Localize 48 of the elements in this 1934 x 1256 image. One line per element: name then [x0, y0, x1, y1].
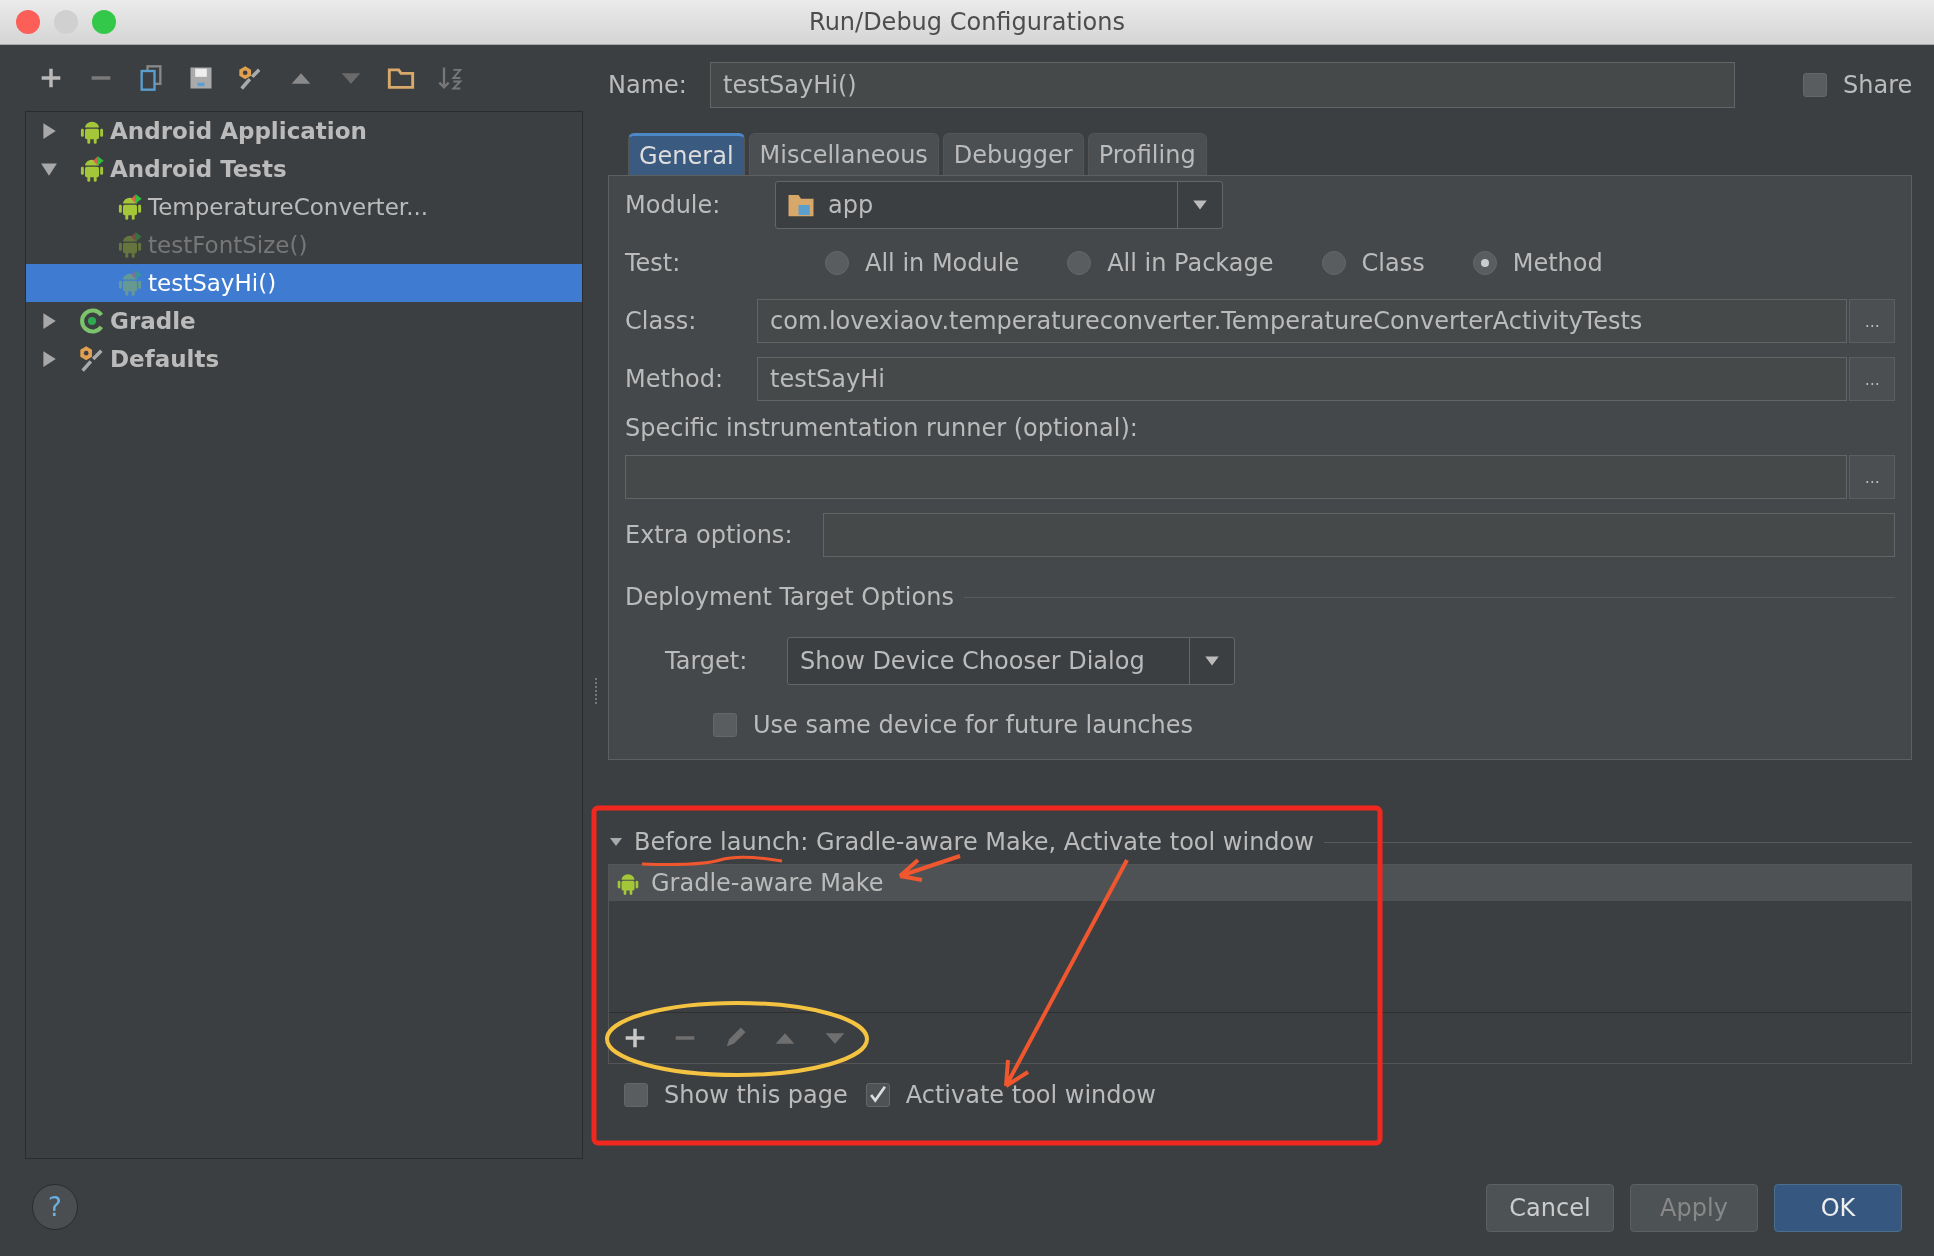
tree-item-label: Android Application [110, 118, 367, 144]
module-dropdown[interactable]: app [775, 181, 1223, 229]
checkbox-label: Use same device for future launches [753, 711, 1194, 739]
name-field[interactable]: testSayHi() [710, 62, 1735, 108]
tab[interactable]: Profiling [1087, 133, 1207, 175]
tree-item[interactable]: TemperatureConverter... [26, 188, 582, 226]
input-field[interactable]: com.lovexiaov.temperatureconverter.TemperatureConverterActivityTests [757, 299, 1848, 343]
tab[interactable]: Miscellaneous [748, 133, 939, 175]
tree-item[interactable]: Gradle [26, 302, 582, 340]
module-label: Module: [625, 191, 722, 219]
tab[interactable]: Debugger [942, 133, 1084, 175]
checkbox-label: Show this page [664, 1081, 848, 1109]
tree-item[interactable]: testSayHi() [26, 264, 582, 302]
section-heading: Deployment Target Options [625, 583, 954, 611]
field-label: Specific instrumentation runner (optional): [625, 414, 1138, 442]
tree-item-label: testFontSize() [148, 232, 308, 258]
target-dropdown[interactable]: Show Device Chooser Dialog [787, 637, 1235, 685]
radio-label: Class [1361, 249, 1425, 277]
radio-label: All in Module [865, 249, 1020, 277]
tree-item[interactable]: Android Tests [26, 150, 582, 188]
radio-label: All in Package [1107, 249, 1274, 277]
dialog-button[interactable]: OK [1774, 1184, 1902, 1232]
dialog-button[interactable]: Cancel [1486, 1184, 1614, 1232]
help-button[interactable]: ? [32, 1184, 78, 1230]
field-label: Method: [625, 365, 725, 393]
field-label: Class: [625, 307, 698, 335]
tree-item-label: testSayHi() [148, 270, 277, 296]
window-title: Run/Debug Configurations [809, 8, 1125, 36]
tree-item[interactable]: Defaults [26, 340, 582, 378]
browse-button[interactable]: ... [1849, 455, 1896, 499]
browse-button[interactable]: ... [1849, 299, 1896, 343]
tree-item-label: TemperatureConverter... [148, 194, 429, 220]
section-heading: Before launch: Gradle-aware Make, Activate tool window [634, 828, 1314, 856]
tree-item-label: Gradle [110, 308, 196, 334]
input-field[interactable]: testSayHi [757, 357, 1848, 401]
share-label: Share [1843, 71, 1913, 99]
target-label: Target: [665, 647, 749, 675]
checkbox-label: Activate tool window [905, 1081, 1156, 1109]
field-label: Extra options: [625, 521, 794, 549]
radio-label: Method [1512, 249, 1603, 277]
tree-item[interactable]: Android Application [26, 112, 582, 150]
test-label: Test: [625, 249, 682, 277]
browse-button[interactable]: ... [1849, 357, 1896, 401]
task-item[interactable]: Gradle-aware Make [609, 865, 1912, 901]
name-label: Name: [608, 71, 688, 99]
tree-item-label: Defaults [110, 346, 220, 372]
tree-item-label: Android Tests [110, 156, 287, 182]
tab[interactable]: General [628, 133, 745, 175]
